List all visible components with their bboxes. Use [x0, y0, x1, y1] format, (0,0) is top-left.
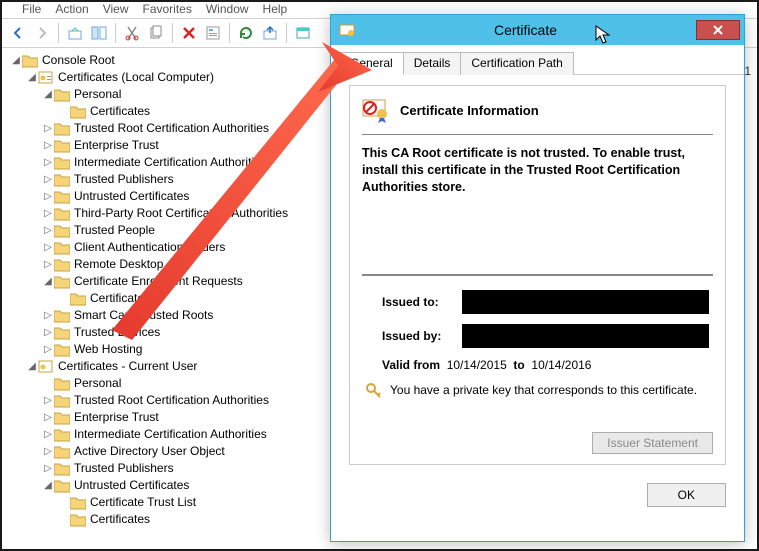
close-button[interactable] [696, 20, 740, 40]
menu-favorites[interactable]: Favorites [143, 2, 192, 16]
issued-to-redacted [462, 290, 709, 314]
issued-by-row: Issued by: [382, 324, 713, 348]
issuer-statement-button[interactable]: Issuer Statement [592, 432, 713, 454]
issued-by-label: Issued by: [382, 329, 462, 343]
menu-view[interactable]: View [103, 2, 129, 16]
issued-to-row: Issued to: [382, 290, 713, 314]
menu-window[interactable]: Window [206, 2, 249, 16]
issued-to-label: Issued to: [382, 295, 462, 309]
menu-help[interactable]: Help [263, 2, 288, 16]
dialog-tabs: General Details Certification Path [331, 45, 744, 75]
refresh-button[interactable] [235, 22, 257, 44]
valid-dates: Valid from 10/14/2015 to 10/14/2016 [382, 358, 713, 372]
forward-button[interactable] [31, 22, 53, 44]
back-button[interactable] [7, 22, 29, 44]
menu-file[interactable]: File [22, 2, 41, 16]
dialog-title: Certificate [355, 22, 696, 38]
ok-button[interactable]: OK [647, 483, 726, 507]
dialog-titlebar[interactable]: Certificate [331, 15, 744, 45]
properties-button[interactable] [202, 22, 224, 44]
key-icon [366, 382, 382, 398]
up-button[interactable] [64, 22, 86, 44]
private-key-text: You have a private key that corresponds … [390, 383, 697, 397]
delete-button[interactable] [178, 22, 200, 44]
tab-details[interactable]: Details [403, 52, 462, 75]
tab-general[interactable]: General [339, 52, 404, 75]
menu-action[interactable]: Action [55, 2, 88, 16]
tab-certification-path[interactable]: Certification Path [460, 52, 573, 75]
certificate-info-box: Certificate Information This CA Root cer… [349, 85, 726, 465]
issued-by-redacted [462, 324, 709, 348]
cursor-icon [595, 25, 611, 45]
cut-button[interactable] [121, 22, 143, 44]
cert-info-heading: Certificate Information [400, 103, 539, 118]
copy-button[interactable] [145, 22, 167, 44]
certificate-icon [339, 22, 355, 38]
export-button[interactable] [259, 22, 281, 44]
cert-warning-text: This CA Root certificate is not trusted.… [362, 145, 713, 196]
show-hide-button[interactable] [88, 22, 110, 44]
new-window-button[interactable] [292, 22, 314, 44]
cert-error-icon [362, 96, 390, 124]
certificate-dialog: Certificate General Details Certificatio… [330, 14, 745, 542]
